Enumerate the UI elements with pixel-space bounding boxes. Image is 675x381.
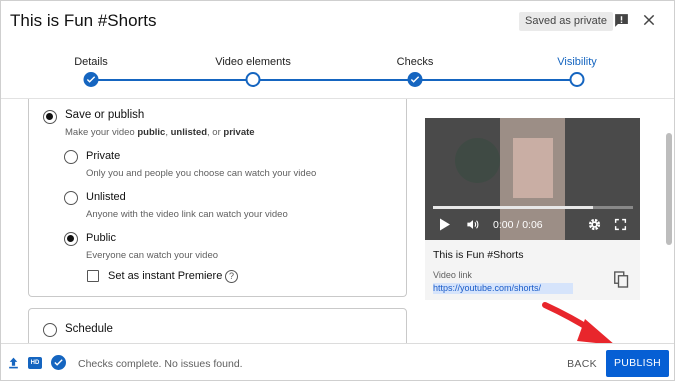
unlisted-description: Anyone with the video link can watch you… — [86, 209, 288, 220]
hd-badge-icon: HD — [28, 357, 42, 369]
description-prefix: Make your video — [65, 127, 138, 138]
help-icon[interactable]: ? — [225, 270, 238, 283]
step-details-check-icon[interactable] — [83, 72, 99, 87]
report-feedback-icon[interactable] — [613, 12, 630, 29]
dialog-footer: HD Checks complete. No issues found. BAC… — [1, 343, 674, 380]
dialog-header: This is Fun #Shorts Saved as private — [1, 1, 674, 41]
step-video-elements-dot[interactable] — [245, 72, 261, 87]
step-visibility-dot[interactable] — [569, 72, 585, 87]
play-icon[interactable] — [439, 218, 451, 231]
upload-stepper: Details Video elements Checks Visibility — [1, 41, 674, 99]
step-checks-label[interactable]: Checks — [397, 56, 434, 68]
stepper-track — [91, 79, 577, 81]
public-label: Public — [86, 232, 116, 244]
checks-status-text: Checks complete. No issues found. — [78, 358, 243, 370]
video-progress-bar[interactable] — [433, 206, 633, 209]
upload-icon — [9, 357, 18, 369]
volume-icon[interactable] — [465, 217, 481, 232]
private-description: Only you and people you choose can watch… — [86, 168, 317, 179]
upload-dialog: This is Fun #Shorts Saved as private Det… — [0, 0, 675, 381]
private-radio[interactable] — [64, 150, 78, 164]
video-time: 0:00 / 0:06 — [493, 219, 543, 231]
settings-gear-icon[interactable] — [587, 217, 602, 232]
step-checks-check-icon[interactable] — [407, 72, 423, 87]
description-public: public — [137, 127, 166, 138]
instant-premiere-label: Set as instant Premiere — [108, 270, 223, 282]
video-title: This is Fun #Shorts — [433, 249, 524, 261]
video-link[interactable]: https://youtube.com/shorts/ — [433, 283, 573, 294]
dialog-title: This is Fun #Shorts — [10, 11, 157, 30]
schedule-label: Schedule — [65, 323, 113, 335]
scrollbar[interactable] — [666, 133, 672, 245]
copy-icon[interactable] — [614, 271, 629, 288]
instant-premiere-checkbox[interactable] — [87, 270, 99, 282]
step-video-elements-label[interactable]: Video elements — [215, 56, 291, 68]
publish-button[interactable]: PUBLISH — [606, 350, 669, 377]
save-or-publish-radio[interactable] — [43, 110, 57, 124]
unlisted-label: Unlisted — [86, 191, 126, 203]
public-description: Everyone can watch your video — [86, 250, 219, 261]
fullscreen-icon[interactable] — [614, 218, 627, 231]
video-info-panel: This is Fun #Shorts Video link https://y… — [425, 240, 640, 300]
public-radio[interactable] — [64, 232, 78, 246]
private-label: Private — [86, 150, 121, 162]
save-or-publish-description: Make your video public, unlisted, or pri… — [65, 127, 255, 138]
description-unlisted: unlisted — [170, 127, 208, 138]
checks-complete-icon — [51, 355, 66, 370]
step-details-label[interactable]: Details — [74, 56, 108, 68]
step-visibility-label[interactable]: Visibility — [557, 56, 597, 68]
video-thumbnail-blur — [455, 138, 500, 183]
video-preview[interactable]: 0:00 / 0:06 — [425, 118, 640, 240]
schedule-radio[interactable] — [43, 323, 57, 337]
save-or-publish-label: Save or publish — [65, 109, 145, 121]
video-thumbnail-blur — [513, 138, 553, 198]
back-button[interactable]: BACK — [563, 353, 601, 375]
saved-status-badge: Saved as private — [519, 12, 613, 31]
video-progress-fill — [433, 206, 593, 209]
description-sep: , or — [207, 127, 224, 138]
close-icon[interactable] — [641, 12, 657, 28]
unlisted-radio[interactable] — [64, 191, 78, 205]
save-or-publish-card: Save or publish Make your video public, … — [28, 99, 407, 297]
description-private: private — [223, 127, 255, 138]
video-link-label: Video link — [433, 270, 472, 280]
